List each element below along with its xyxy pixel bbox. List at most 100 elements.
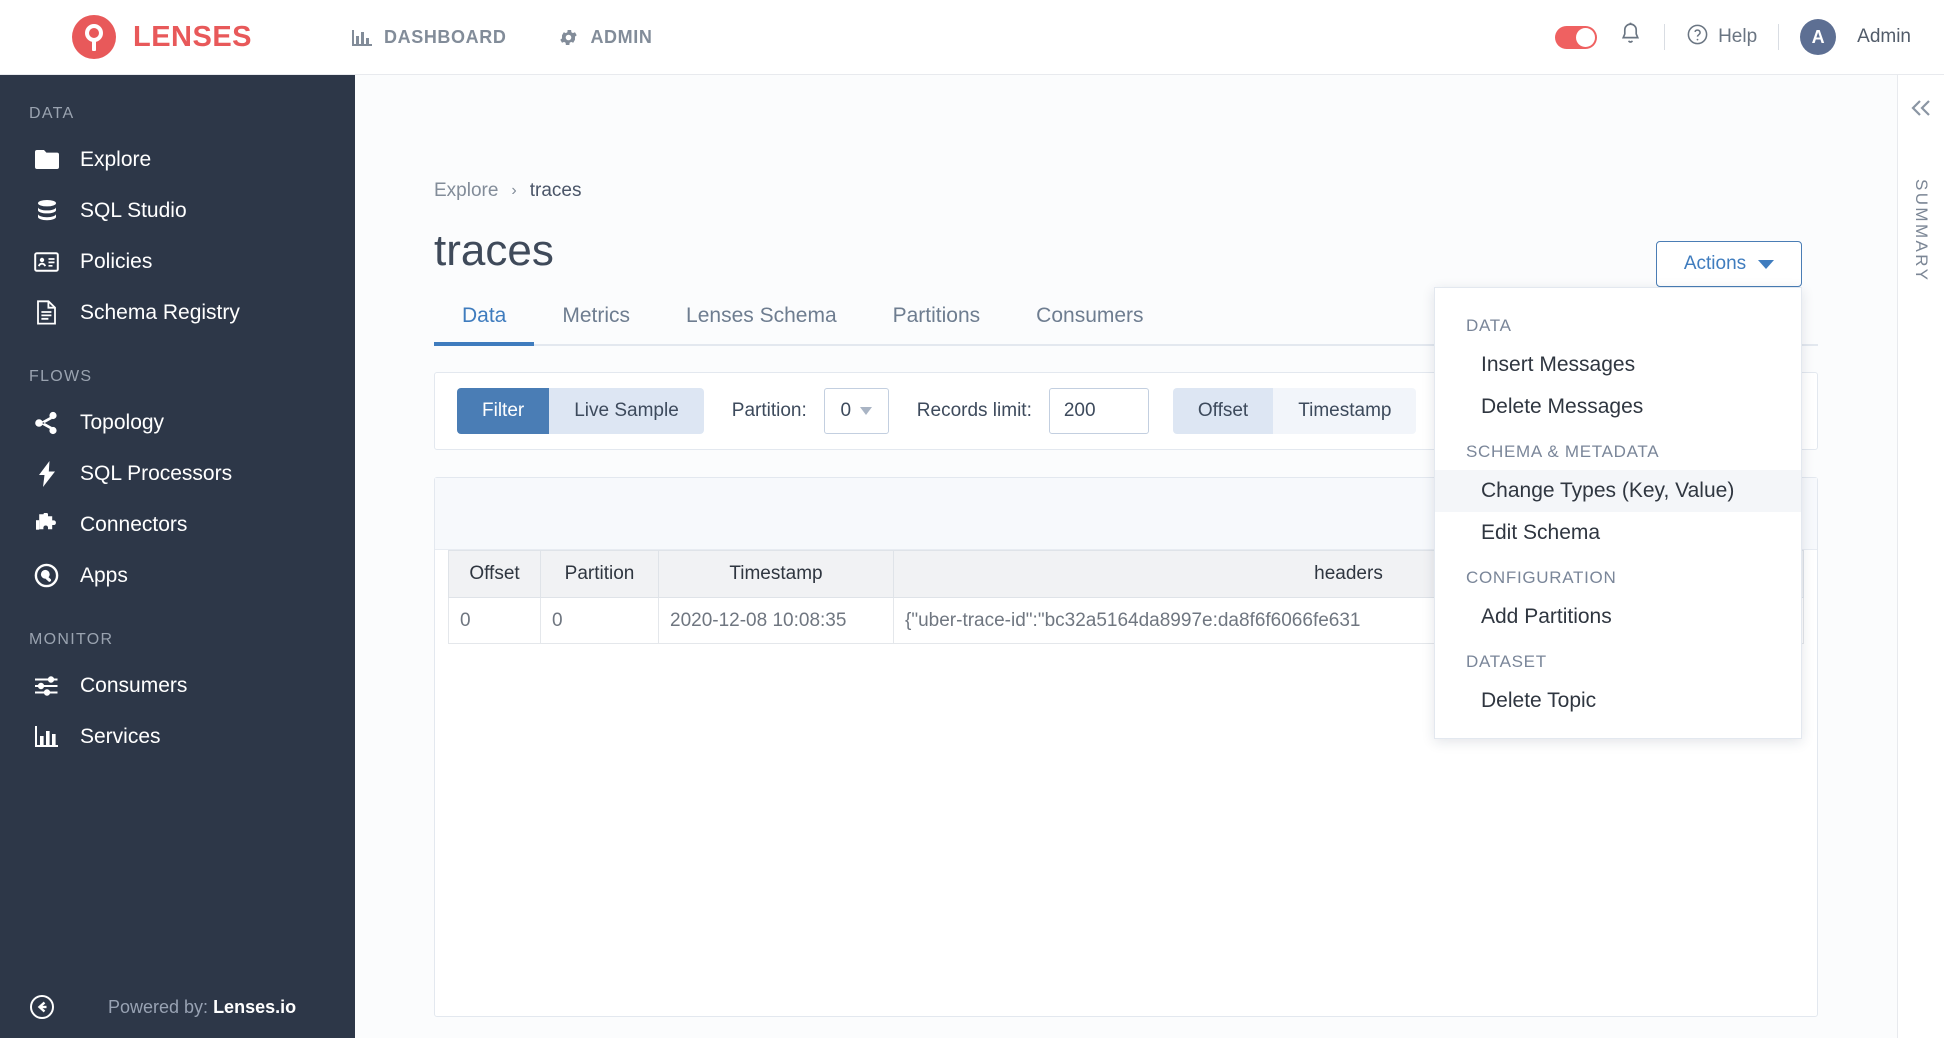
column-header-partition[interactable]: Partition	[540, 550, 659, 598]
sidebar-label-policies: Policies	[80, 249, 153, 273]
breadcrumb: Explore › traces	[434, 180, 1897, 202]
sidebar-group-label-data: DATA	[29, 105, 75, 122]
sidebar-item-consumers[interactable]: Consumers	[0, 660, 355, 711]
sidebar: DATA Explore SQL Studio Policies Schema …	[0, 75, 355, 1038]
main-nav: DASHBOARD ADMIN	[351, 27, 652, 48]
cell-offset: 0	[448, 597, 541, 644]
menu-item-edit-schema[interactable]: Edit Schema	[1435, 512, 1801, 554]
dropdown-group-data: DATA	[1466, 316, 1512, 335]
theme-toggle[interactable]	[1555, 25, 1598, 49]
help-link[interactable]: Help	[1686, 23, 1757, 52]
header-divider	[1664, 24, 1666, 50]
sidebar-label-apps: Apps	[80, 563, 128, 587]
sidebar-label-sql-studio: SQL Studio	[80, 198, 187, 222]
records-limit-input[interactable]	[1048, 388, 1149, 434]
sidebar-item-connectors[interactable]: Connectors	[0, 499, 355, 550]
sidebar-item-sql-processors[interactable]: SQL Processors	[0, 448, 355, 499]
help-label: Help	[1718, 26, 1758, 47]
live-sample-mode-button[interactable]: Live Sample	[549, 388, 704, 434]
sidebar-label-connectors: Connectors	[80, 512, 188, 536]
header-divider-2	[1778, 24, 1780, 50]
dropdown-group-dataset: DATASET	[1466, 652, 1547, 671]
powered-by-text: Powered by: Lenses.io	[108, 996, 297, 1017]
partition-value: 0	[840, 400, 852, 421]
sidebar-label-topology: Topology	[80, 410, 165, 434]
timestamp-tab-button[interactable]: Timestamp	[1273, 388, 1417, 434]
sidebar-item-sql-studio[interactable]: SQL Studio	[0, 185, 355, 236]
dropdown-group-configuration: CONFIGURATION	[1466, 568, 1617, 587]
nav-item-admin[interactable]: ADMIN	[558, 27, 652, 48]
cell-timestamp: 2020-12-08 10:08:35	[658, 597, 894, 644]
sidebar-item-explore[interactable]: Explore	[0, 134, 355, 185]
top-right-controls: Help A Admin	[1555, 19, 1911, 55]
nav-label-dashboard: DASHBOARD	[384, 26, 507, 47]
database-icon	[33, 199, 60, 223]
collapse-left-icon[interactable]	[28, 993, 56, 1021]
tab-consumers[interactable]: Consumers	[1008, 304, 1171, 344]
sidebar-footer: Powered by: Lenses.io	[0, 976, 355, 1038]
id-card-icon	[33, 251, 60, 272]
sidebar-label-explore: Explore	[80, 147, 152, 171]
bar-chart-icon	[351, 27, 373, 47]
puzzle-piece-icon	[33, 512, 60, 537]
sidebar-label-consumers: Consumers	[80, 673, 188, 697]
sidebar-label-sql-processors: SQL Processors	[80, 461, 233, 485]
dropdown-group-schema-metadata: SCHEMA & METADATA	[1466, 442, 1660, 461]
nav-item-dashboard[interactable]: DASHBOARD	[351, 27, 506, 48]
avatar[interactable]: A	[1800, 19, 1837, 55]
records-limit-label: Records limit:	[916, 400, 1032, 421]
cell-partition: 0	[540, 597, 659, 644]
lenses-logo-icon	[72, 15, 116, 59]
main-content: Explore › traces traces Data Metrics Len…	[355, 75, 1897, 1038]
menu-item-delete-messages[interactable]: Delete Messages	[1435, 386, 1801, 428]
top-header-bar: LENSES DASHBOARD ADMIN Help A Admin	[0, 0, 1944, 75]
offset-timestamp-segmented-control: Offset Timestamp	[1172, 388, 1417, 434]
chevron-down-icon	[1758, 259, 1775, 269]
partition-label: Partition:	[731, 400, 807, 421]
breadcrumb-current: traces	[529, 180, 582, 201]
actions-button-label: Actions	[1683, 253, 1747, 274]
actions-button[interactable]: Actions	[1656, 241, 1802, 287]
menu-item-insert-messages[interactable]: Insert Messages	[1435, 344, 1801, 386]
sidebar-item-apps[interactable]: Apps	[0, 550, 355, 601]
breadcrumb-explore[interactable]: Explore	[434, 180, 498, 202]
sidebar-item-topology[interactable]: Topology	[0, 397, 355, 448]
bolt-icon	[33, 460, 60, 487]
question-circle-icon	[1686, 23, 1709, 52]
menu-item-delete-topic[interactable]: Delete Topic	[1435, 680, 1801, 722]
user-name[interactable]: Admin	[1857, 26, 1911, 48]
document-icon	[33, 300, 60, 325]
brand-logo-area[interactable]: LENSES	[72, 15, 252, 59]
brand-name: LENSES	[133, 20, 253, 53]
sidebar-item-policies[interactable]: Policies	[0, 236, 355, 287]
summary-rail: SUMMARY	[1897, 75, 1944, 1038]
partition-select[interactable]: 0	[823, 388, 889, 434]
menu-item-change-types[interactable]: Change Types (Key, Value)	[1435, 470, 1801, 512]
menu-item-add-partitions[interactable]: Add Partitions	[1435, 596, 1801, 638]
column-header-offset[interactable]: Offset	[448, 550, 541, 598]
sidebar-group-label-flows: FLOWS	[29, 368, 93, 385]
chevron-double-left-icon[interactable]	[1908, 97, 1934, 124]
apps-circle-icon	[33, 563, 60, 588]
actions-dropdown-menu: DATA Insert Messages Delete Messages SCH…	[1434, 287, 1802, 739]
folder-icon	[33, 149, 60, 170]
sidebar-group-label-monitor: MONITOR	[29, 631, 114, 648]
tab-data[interactable]: Data	[434, 304, 535, 346]
filter-mode-button[interactable]: Filter	[457, 388, 550, 434]
mode-segmented-control: Filter Live Sample	[457, 388, 704, 434]
sidebar-label-services: Services	[80, 724, 161, 748]
column-header-timestamp[interactable]: Timestamp	[658, 550, 894, 598]
sidebar-item-services[interactable]: Services	[0, 711, 355, 762]
offset-tab-button[interactable]: Offset	[1172, 388, 1274, 434]
sidebar-item-schema-registry[interactable]: Schema Registry	[0, 287, 355, 338]
tab-partitions[interactable]: Partitions	[865, 304, 1009, 344]
breadcrumb-separator-icon: ›	[511, 182, 517, 199]
chevron-down-icon	[860, 407, 873, 415]
tab-metrics[interactable]: Metrics	[534, 304, 658, 344]
summary-label[interactable]: SUMMARY	[1911, 179, 1931, 282]
gear-icon	[558, 27, 579, 48]
nav-label-admin: ADMIN	[590, 26, 653, 47]
tab-lenses-schema[interactable]: Lenses Schema	[658, 304, 865, 344]
notifications-bell-icon[interactable]	[1618, 21, 1643, 53]
sliders-icon	[33, 675, 60, 697]
